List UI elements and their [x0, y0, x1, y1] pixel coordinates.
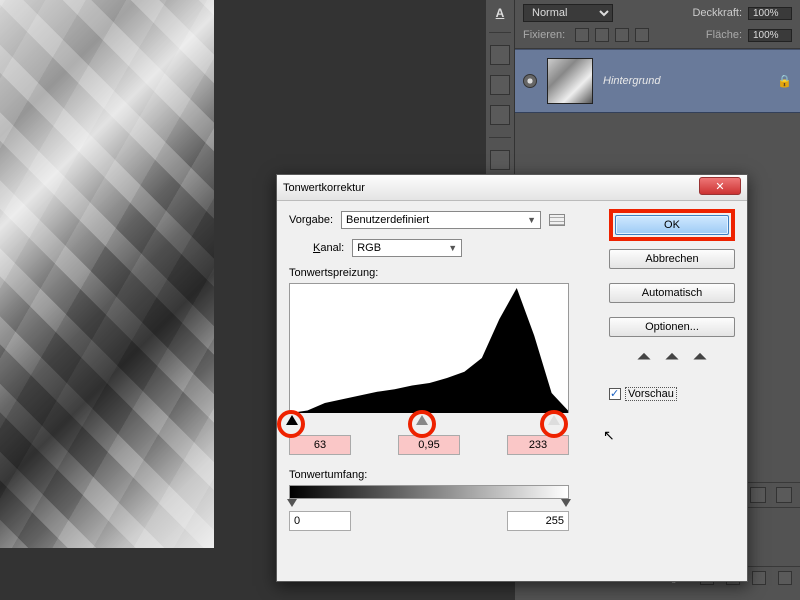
footer-icon[interactable]	[752, 571, 766, 585]
cursor-icon: ↖	[603, 427, 615, 444]
panel-icon[interactable]	[776, 487, 792, 503]
lock-all-icon[interactable]	[635, 28, 649, 42]
lock-position-icon[interactable]	[615, 28, 629, 42]
lock-icon: 🔒	[777, 74, 792, 88]
channel-label: Kanal:	[313, 242, 344, 254]
fill-value[interactable]: 100%	[748, 29, 792, 42]
tool-icon[interactable]	[490, 45, 510, 65]
output-levels-label: Tonwertumfang:	[289, 469, 735, 481]
opacity-value[interactable]: 100%	[748, 7, 792, 20]
white-eyedropper-icon[interactable]	[691, 351, 709, 369]
tool-icon[interactable]	[490, 75, 510, 95]
channel-value: RGB	[357, 242, 381, 254]
black-point-slider[interactable]	[286, 415, 298, 425]
blend-mode-select[interactable]: Normal	[523, 4, 613, 22]
lock-toggles	[575, 28, 649, 42]
cancel-button[interactable]: Abbrechen	[609, 249, 735, 269]
output-black-slider[interactable]	[287, 499, 297, 507]
swatches-icon[interactable]	[490, 150, 510, 170]
histogram[interactable]	[289, 283, 569, 413]
gray-eyedropper-icon[interactable]	[663, 351, 681, 369]
preset-menu-icon[interactable]	[549, 214, 565, 226]
ok-button[interactable]: OK	[615, 215, 729, 235]
white-point-slider[interactable]	[548, 415, 560, 425]
opacity-label: Deckkraft:	[692, 7, 742, 19]
canvas-image	[0, 0, 214, 548]
output-white-input[interactable]	[507, 511, 569, 531]
black-point-input[interactable]: 63	[289, 435, 351, 455]
levels-dialog: Tonwertkorrektur ✕ Vorgabe: Benutzerdefi…	[276, 174, 748, 582]
lock-pixels-icon[interactable]	[595, 28, 609, 42]
fill-label: Fläche:	[706, 29, 742, 41]
layer-name[interactable]: Hintergrund	[603, 75, 767, 87]
dialog-title: Tonwertkorrektur	[283, 182, 365, 194]
lock-transparent-icon[interactable]	[575, 28, 589, 42]
type-tool-icon[interactable]: A	[496, 6, 505, 20]
titlebar[interactable]: Tonwertkorrektur ✕	[277, 175, 747, 201]
highlight-frame: OK	[609, 209, 735, 241]
midtone-slider[interactable]	[416, 415, 428, 425]
lock-label: Fixieren:	[523, 29, 565, 41]
preset-select[interactable]: Benutzerdefiniert▼	[341, 211, 541, 229]
output-white-slider[interactable]	[561, 499, 571, 507]
output-gradient[interactable]	[289, 485, 569, 499]
eye-icon[interactable]	[523, 74, 537, 88]
preview-checkbox[interactable]	[609, 388, 621, 400]
gamma-input[interactable]: 0,95	[398, 435, 460, 455]
preset-label: Vorgabe:	[289, 214, 333, 226]
panel-icon[interactable]	[750, 487, 766, 503]
layer-row[interactable]: Hintergrund 🔒	[515, 49, 800, 113]
options-button[interactable]: Optionen...	[609, 317, 735, 337]
toolbar-vertical: A	[486, 0, 514, 190]
black-eyedropper-icon[interactable]	[635, 351, 653, 369]
preview-label: Vorschau	[625, 387, 677, 401]
close-button[interactable]: ✕	[699, 177, 741, 195]
channel-select[interactable]: RGB▼	[352, 239, 462, 257]
auto-button[interactable]: Automatisch	[609, 283, 735, 303]
preset-value: Benutzerdefiniert	[346, 214, 429, 226]
white-point-input[interactable]: 233	[507, 435, 569, 455]
play-icon[interactable]	[490, 105, 510, 125]
layer-thumbnail[interactable]	[547, 58, 593, 104]
trash-icon[interactable]	[778, 571, 792, 585]
output-black-input[interactable]	[289, 511, 351, 531]
